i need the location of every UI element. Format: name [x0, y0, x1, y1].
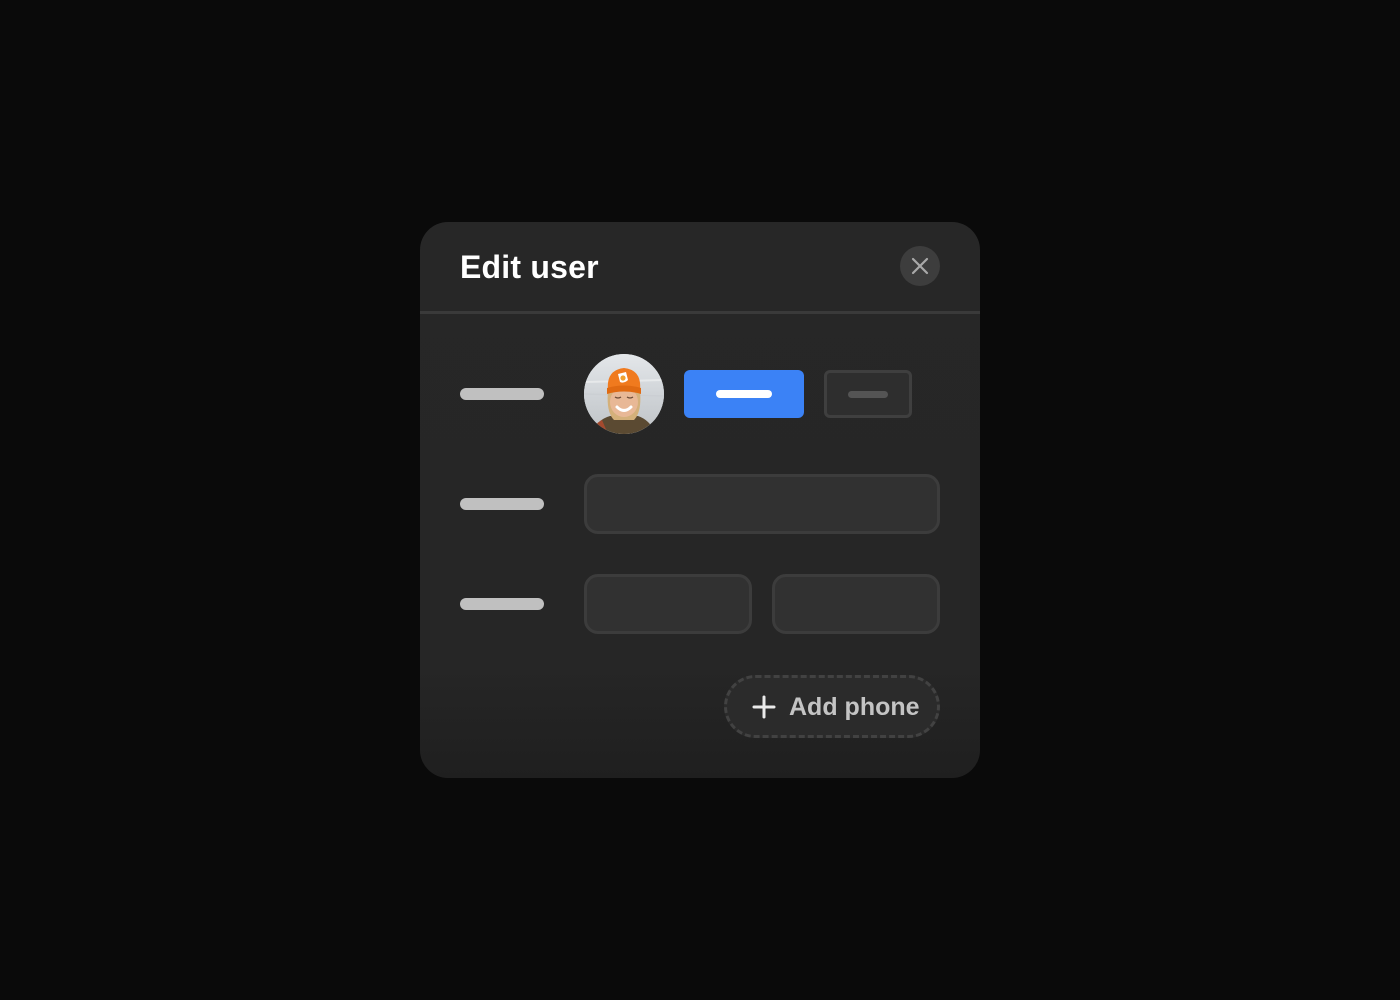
- modal-title: Edit user: [460, 249, 599, 285]
- upload-avatar-button[interactable]: [684, 370, 804, 418]
- edit-user-modal: Edit user Add phone: [420, 222, 980, 778]
- add-phone-label: Add phone: [789, 693, 920, 721]
- phone-number-input[interactable]: [772, 574, 940, 634]
- plus-icon: [752, 695, 776, 719]
- phone-field-label: [460, 598, 544, 610]
- upload-avatar-button-label: [716, 390, 772, 398]
- modal-header: Edit user: [420, 222, 980, 314]
- phone-country-input[interactable]: [584, 574, 752, 634]
- name-input[interactable]: [584, 474, 940, 534]
- avatar-photo: [584, 354, 664, 434]
- remove-avatar-button-label: [848, 391, 888, 398]
- add-phone-button[interactable]: Add phone: [724, 675, 940, 738]
- avatar-field-label: [460, 388, 544, 400]
- avatar[interactable]: [584, 354, 664, 434]
- name-field-label: [460, 498, 544, 510]
- remove-avatar-button[interactable]: [824, 370, 912, 418]
- close-button[interactable]: [900, 246, 940, 286]
- close-icon: [911, 257, 929, 275]
